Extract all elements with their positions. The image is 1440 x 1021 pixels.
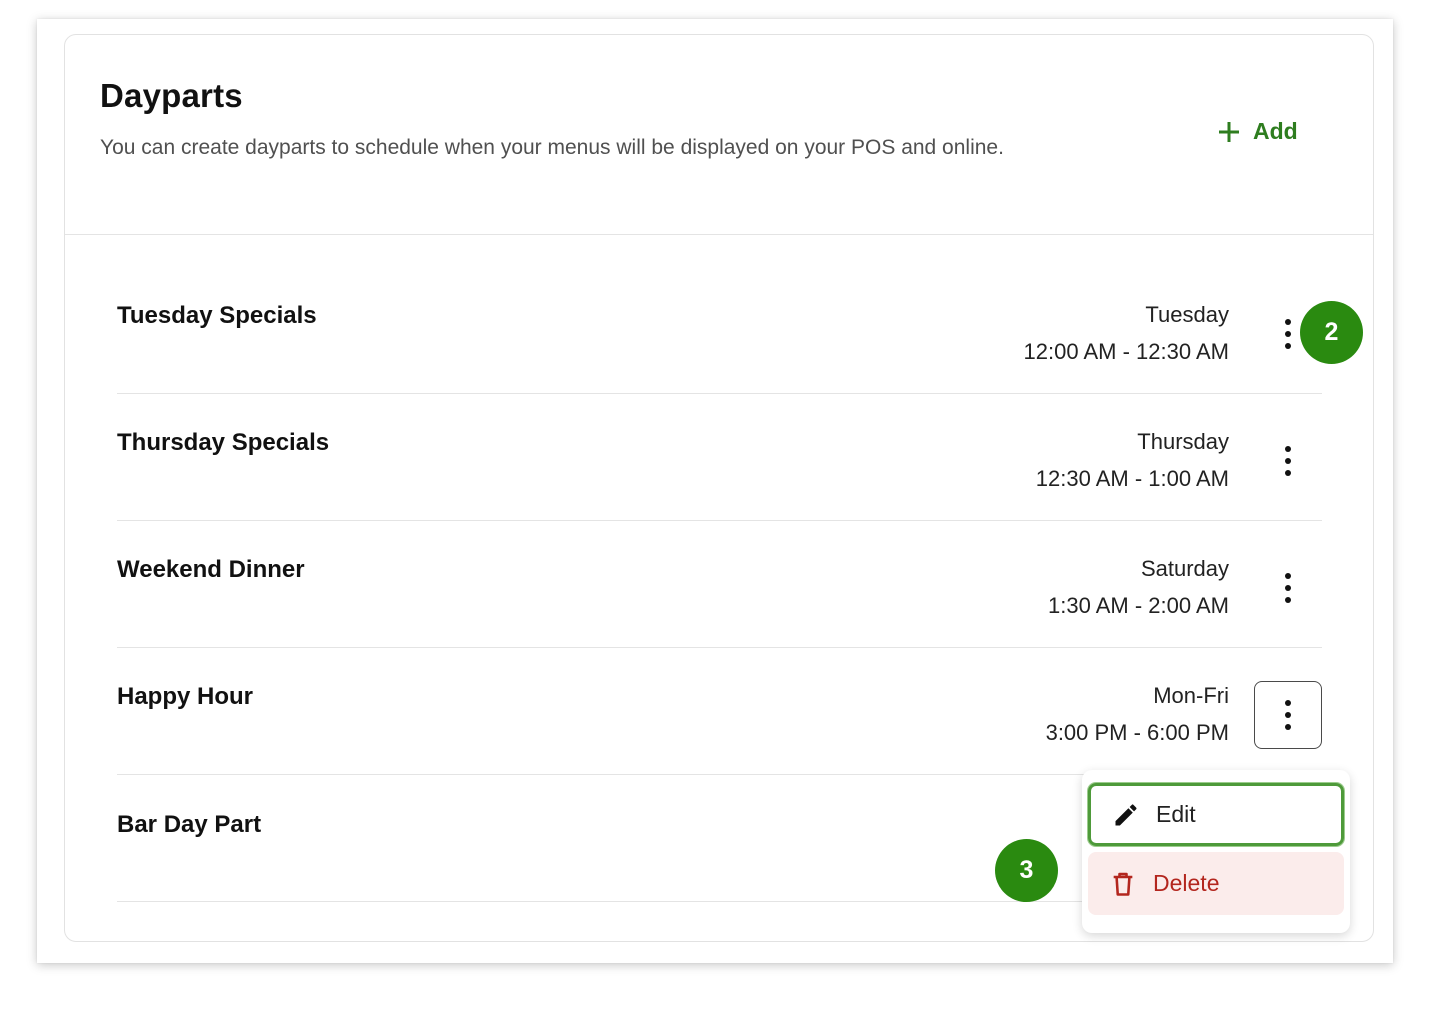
daypart-day: Saturday <box>1140 556 1229 581</box>
add-daypart-button[interactable]: Add <box>1217 118 1298 145</box>
daypart-day: Thursday <box>1137 429 1229 454</box>
more-vertical-icon <box>1285 446 1291 476</box>
daypart-day: Mon-Fri <box>1153 683 1229 708</box>
trash-icon <box>1113 872 1133 896</box>
daypart-time: 12:30 AM - 1:00 AM <box>1035 466 1229 491</box>
page-title: Dayparts <box>100 77 243 114</box>
daypart-time: 3:00 PM - 6:00 PM <box>1045 720 1229 745</box>
page-description: You can create dayparts to schedule when… <box>100 136 1004 159</box>
pencil-icon <box>1115 803 1137 825</box>
daypart-name: Weekend Dinner <box>117 556 305 583</box>
plus-icon <box>1219 121 1239 142</box>
daypart-row: Weekend Dinner Saturday 1:30 AM - 2:00 A… <box>117 521 1322 648</box>
screenshot-frame: Dayparts You can create dayparts to sche… <box>37 19 1393 963</box>
delete-label: Delete <box>1153 870 1220 896</box>
card-header: Dayparts You can create dayparts to sche… <box>65 35 1373 235</box>
more-options-button-active[interactable] <box>1254 681 1322 749</box>
more-vertical-icon <box>1285 319 1291 349</box>
daypart-row: Happy Hour Mon-Fri 3:00 PM - 6:00 PM <box>117 648 1322 775</box>
daypart-day: Tuesday <box>1145 302 1229 327</box>
edit-label: Edit <box>1156 801 1196 827</box>
more-options-button[interactable] <box>1254 427 1322 495</box>
daypart-name: Happy Hour <box>117 683 254 710</box>
daypart-time: 12:00 AM - 12:30 AM <box>1023 339 1229 364</box>
daypart-time: 1:30 AM - 2:00 AM <box>1048 593 1229 618</box>
more-vertical-icon <box>1285 700 1291 730</box>
daypart-row: Thursday Specials Thursday 12:30 AM - 1:… <box>117 394 1322 521</box>
edit-menu-item[interactable]: Edit <box>1088 783 1344 846</box>
step-badge-two: 2 <box>1300 301 1363 364</box>
options-menu: Edit Delete <box>1082 770 1350 933</box>
daypart-name: Tuesday Specials <box>117 302 317 329</box>
more-vertical-icon <box>1285 573 1291 603</box>
daypart-row: Tuesday Specials Tuesday 12:00 AM - 12:3… <box>117 267 1322 394</box>
step-badge-three: 3 <box>995 839 1058 902</box>
dayparts-card: Dayparts You can create dayparts to sche… <box>64 34 1374 942</box>
daypart-name: Bar Day Part <box>117 811 262 838</box>
delete-menu-item[interactable]: Delete <box>1088 852 1344 915</box>
more-options-button[interactable] <box>1254 554 1322 622</box>
daypart-name: Thursday Specials <box>117 429 330 456</box>
add-button-label: Add <box>1253 118 1298 144</box>
